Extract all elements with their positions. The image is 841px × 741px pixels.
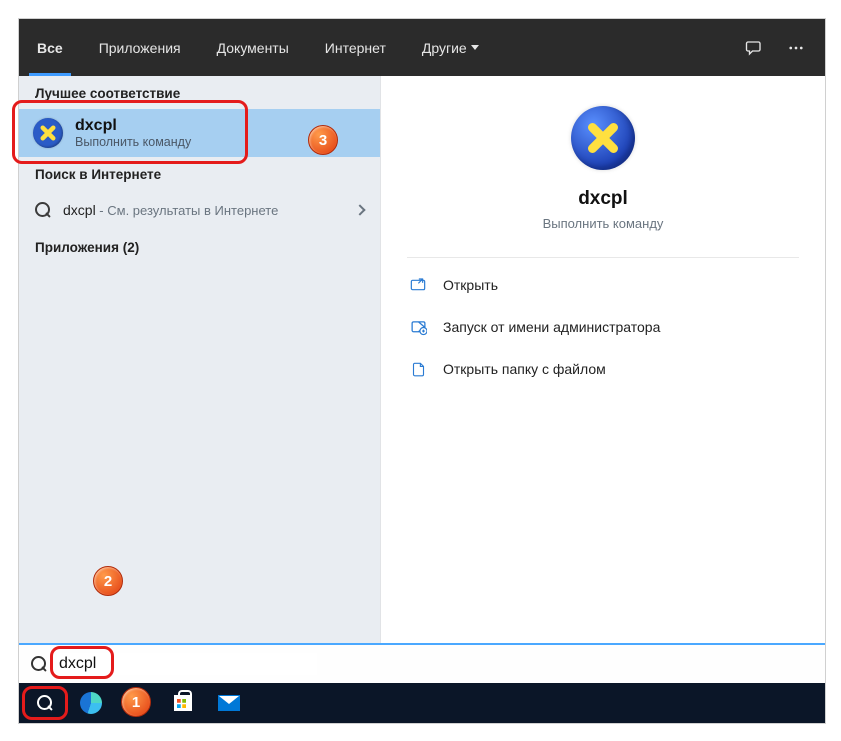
search-icon: [37, 695, 53, 711]
admin-icon: [409, 318, 427, 336]
tab-apps[interactable]: Приложения: [81, 19, 199, 76]
action-run-admin[interactable]: Запуск от имени администратора: [407, 306, 799, 348]
action-open-label: Открыть: [443, 277, 498, 293]
search-panel: Все Приложения Документы Интернет Другие…: [18, 18, 826, 724]
open-icon: [409, 276, 427, 294]
group-header-best: Лучшее соответствие: [19, 76, 380, 109]
taskbar-mail[interactable]: [207, 683, 251, 723]
search-icon: [35, 202, 51, 218]
tab-internet[interactable]: Интернет: [307, 19, 404, 76]
taskbar: 1: [19, 683, 825, 723]
tab-documents[interactable]: Документы: [199, 19, 307, 76]
file-location-icon: [409, 360, 427, 378]
tab-other[interactable]: Другие: [404, 19, 497, 76]
filter-tabs: Все Приложения Документы Интернет Другие: [19, 19, 825, 76]
tab-other-label: Другие: [422, 40, 467, 56]
tab-all[interactable]: Все: [19, 19, 81, 76]
taskbar-store[interactable]: [161, 683, 205, 723]
dxcpl-icon: [33, 118, 63, 148]
mail-icon: [218, 695, 240, 711]
action-run-admin-label: Запуск от имени администратора: [443, 319, 660, 335]
best-match-sub: Выполнить команду: [75, 135, 191, 149]
more-icon: [787, 39, 805, 57]
detail-pane: dxcpl Выполнить команду Открыть Запуск о…: [381, 76, 825, 643]
action-open[interactable]: Открыть: [407, 264, 799, 306]
feedback-button[interactable]: [733, 39, 775, 57]
taskbar-edge[interactable]: [69, 683, 113, 723]
more-button[interactable]: [775, 39, 817, 57]
web-result-item[interactable]: dxcpl - См. результаты в Интернете: [19, 190, 380, 230]
chevron-right-icon: [354, 204, 365, 215]
store-icon: [174, 695, 192, 711]
group-header-web: Поиск в Интернете: [19, 157, 380, 190]
group-header-apps: Приложения (2): [19, 230, 380, 263]
annotation-3-badge: 3: [308, 125, 338, 155]
action-open-folder[interactable]: Открыть папку с файлом: [407, 348, 799, 390]
action-open-folder-label: Открыть папку с файлом: [443, 361, 606, 377]
chevron-down-icon: [471, 45, 479, 50]
best-match-title: dxcpl: [75, 117, 191, 135]
edge-icon: [80, 692, 102, 714]
best-match-item[interactable]: dxcpl Выполнить команду 3: [19, 109, 380, 157]
annotation-1-badge: 1: [121, 687, 151, 717]
feedback-icon: [745, 39, 763, 57]
web-hint: - См. результаты в Интернете: [96, 203, 279, 218]
taskbar-search-button[interactable]: [23, 683, 67, 723]
search-bar: [19, 643, 825, 683]
web-term: dxcpl: [63, 202, 96, 218]
search-icon: [31, 656, 47, 672]
results-pane: Лучшее соответствие dxcpl Выполнить кома…: [19, 76, 381, 643]
dxcpl-large-icon: [571, 106, 635, 170]
search-input[interactable]: [57, 653, 317, 675]
detail-title: dxcpl: [578, 188, 628, 210]
detail-sub: Выполнить команду: [543, 216, 664, 231]
